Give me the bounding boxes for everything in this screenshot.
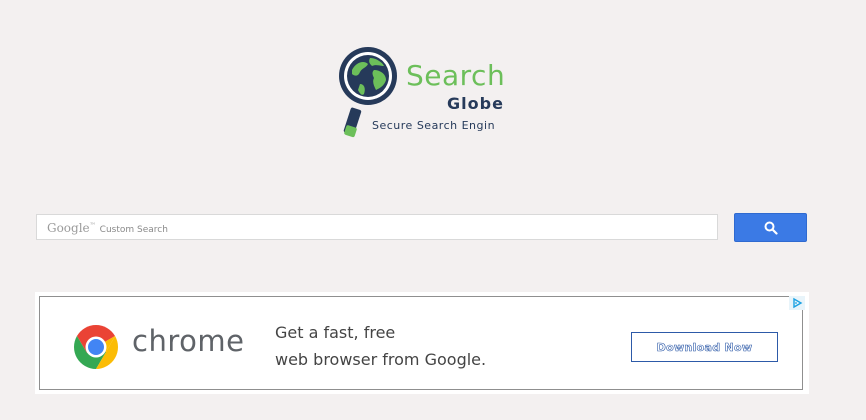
search-button[interactable]	[734, 213, 807, 242]
search-box[interactable]: Google™ Custom Search	[36, 214, 718, 240]
ad-frame: chrome Get a fast, free web browser from…	[39, 296, 803, 390]
logo-tagline: Secure Search Engin	[372, 119, 496, 132]
logo-word-search: Search	[406, 59, 506, 92]
search-input[interactable]	[37, 215, 717, 239]
adchoices-icon[interactable]	[789, 296, 805, 310]
chrome-ad-banner[interactable]: chrome Get a fast, free web browser from…	[35, 292, 809, 394]
chrome-brand-text: chrome	[132, 324, 245, 358]
logo-word-globe: Globe	[447, 94, 504, 113]
download-now-button[interactable]: Download Now	[631, 332, 778, 362]
ad-headline-line1: Get a fast, free	[275, 323, 396, 342]
chrome-icon	[74, 325, 118, 369]
search-icon	[764, 221, 778, 235]
search-globe-logo[interactable]: Search Globe Secure Search Engin	[336, 44, 516, 144]
ad-headline-line2: web browser from Google.	[275, 350, 487, 369]
page: Search Globe Secure Search Engin Google™…	[0, 0, 866, 420]
